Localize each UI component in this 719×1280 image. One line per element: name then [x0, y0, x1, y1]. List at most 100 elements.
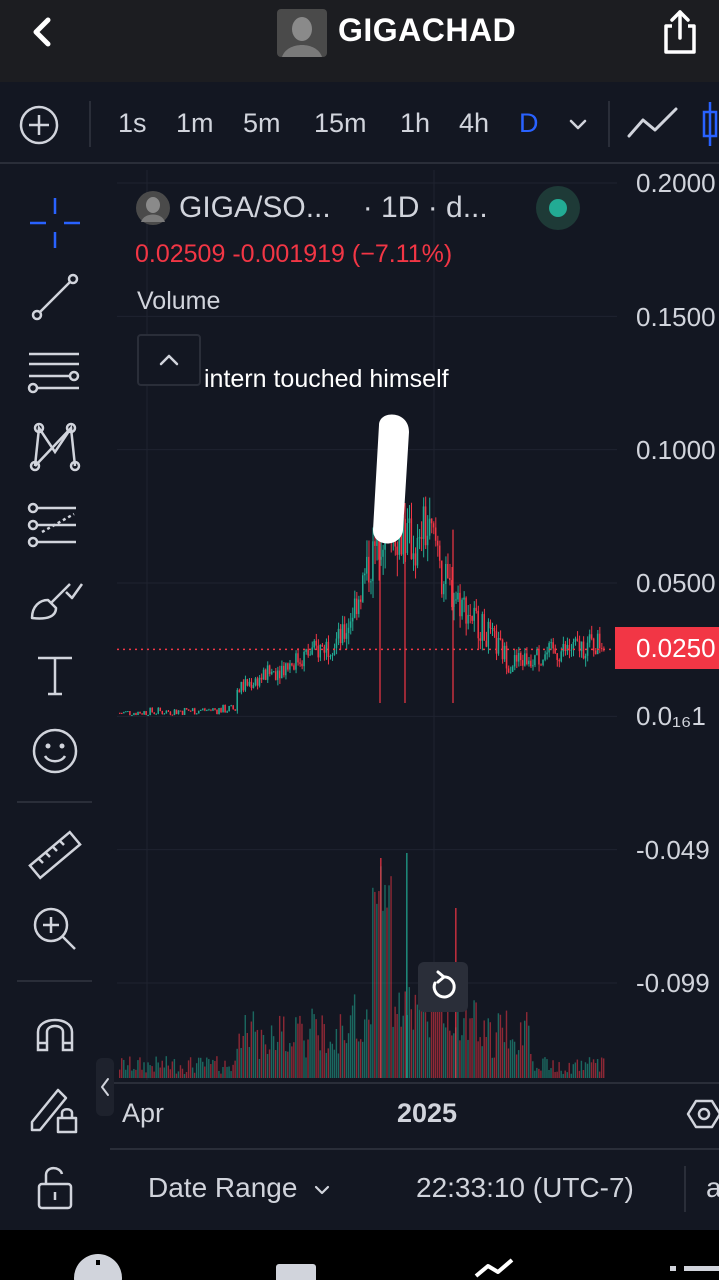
timeframe-d[interactable]: D [519, 108, 539, 139]
volume-bar [471, 1018, 473, 1078]
tab-menu-icon[interactable] [670, 1266, 719, 1271]
volume-bar [216, 1056, 218, 1078]
volume-bar [173, 1059, 176, 1078]
toolbar-toggle-handle[interactable] [96, 1058, 114, 1116]
reset-chart-button[interactable] [418, 962, 468, 1012]
candle-body [339, 628, 342, 644]
volume-bar [590, 1062, 593, 1078]
volume-bar [293, 1042, 295, 1078]
candle-body [481, 614, 483, 641]
candle-body [588, 634, 591, 643]
candle-body [430, 518, 433, 524]
volume-bar [291, 1046, 293, 1078]
volume-bar [511, 1039, 514, 1078]
candle-body [135, 713, 137, 715]
line-chart-button[interactable] [626, 104, 680, 144]
timezone-clock[interactable]: 22:33:10 (UTC-7) [416, 1172, 634, 1204]
volume-bar [226, 1066, 228, 1078]
candle-body [422, 506, 425, 539]
candle-body [238, 689, 240, 693]
timeframe-4h[interactable]: 4h [459, 108, 489, 139]
collapse-legend-button[interactable] [137, 334, 201, 386]
market-status-indicator[interactable] [536, 186, 580, 230]
magnet-tool[interactable] [26, 1004, 84, 1062]
fib-lines-tool[interactable] [26, 344, 84, 402]
candle-body [127, 711, 129, 713]
candle-body [362, 575, 364, 602]
zoom-in-tool[interactable] [26, 900, 84, 958]
symbol-pair: GIGA/SO... [179, 191, 331, 224]
candle-body [416, 537, 419, 566]
adjustment-toggle[interactable]: a [706, 1172, 719, 1204]
volume-bar [544, 1057, 546, 1078]
date-range-button[interactable]: Date Range [148, 1172, 333, 1204]
candle-body [323, 646, 326, 653]
emoji-tool[interactable] [26, 722, 84, 780]
volume-bar [301, 1023, 303, 1078]
candle-body [449, 577, 451, 581]
date-range-label: Date Range [148, 1172, 298, 1203]
volume-bar [285, 1051, 287, 1078]
volume-bar [465, 1001, 467, 1078]
pattern-tool[interactable] [26, 418, 84, 476]
volume-bar [376, 903, 378, 1078]
candle-body [564, 643, 567, 652]
volume-bar [398, 992, 400, 1078]
candle-body [262, 669, 265, 680]
volume-bar [497, 1013, 500, 1078]
volume-bar [469, 1018, 471, 1078]
ruler-tool[interactable] [26, 826, 84, 884]
candle-body [139, 711, 141, 714]
back-button[interactable] [20, 10, 64, 54]
timeframe-1s[interactable]: 1s [118, 108, 147, 139]
trendline-tool[interactable] [26, 268, 84, 326]
price-change-percent: (−7.11%) [351, 240, 453, 268]
lock-drawing-tool[interactable] [26, 1080, 84, 1138]
volume-bar [177, 1071, 180, 1078]
candle-body [562, 643, 564, 652]
tab-watchlist-icon[interactable] [276, 1264, 316, 1280]
candle-body [278, 670, 281, 679]
volume-bar [366, 1009, 368, 1078]
timeframe-1m[interactable]: 1m [176, 108, 214, 139]
candle-body [396, 546, 398, 555]
candle-body [511, 666, 514, 672]
candle-body [366, 556, 368, 574]
fib-lines-icon [27, 352, 80, 394]
timeframe-1h[interactable]: 1h [400, 108, 430, 139]
volume-bar [141, 1069, 143, 1078]
tab-info[interactable] [74, 1254, 122, 1280]
candle-body [256, 678, 259, 686]
crosshair-tool[interactable] [26, 194, 84, 252]
candle-body [210, 709, 212, 711]
tab-chart-icon[interactable] [474, 1258, 514, 1278]
candle-body [315, 640, 317, 646]
plus-circle-icon [19, 105, 59, 145]
volume-bar [220, 1073, 222, 1078]
chart-text-annotation[interactable]: intern touched himself [204, 365, 449, 394]
brush-tool[interactable] [26, 570, 84, 628]
volume-bar [582, 1070, 585, 1078]
tools-divider [17, 801, 92, 803]
symbol-legend[interactable]: GIGA/SO... · 1D · d... [135, 186, 488, 230]
volume-indicator-label[interactable]: Volume [137, 287, 220, 316]
share-button[interactable] [658, 6, 702, 58]
volume-bar [562, 1073, 564, 1078]
volume-bar [546, 1059, 548, 1078]
timeframe-15m[interactable]: 15m [314, 108, 367, 139]
chart-settings-button[interactable] [686, 1096, 719, 1132]
volume-bar [125, 1069, 127, 1078]
projection-tool[interactable] [26, 496, 84, 554]
timeframe-dropdown-button[interactable] [566, 112, 590, 136]
candle-body [240, 681, 243, 693]
add-indicator-button[interactable] [18, 104, 60, 146]
candle-body [270, 671, 273, 674]
candle-body [149, 707, 151, 715]
candle-body [242, 681, 245, 691]
text-tool[interactable] [26, 646, 84, 704]
unlock-tool[interactable] [26, 1158, 84, 1216]
candle-body [131, 715, 133, 716]
candles-button[interactable] [700, 100, 719, 148]
volume-bar [362, 1041, 364, 1078]
timeframe-5m[interactable]: 5m [243, 108, 281, 139]
